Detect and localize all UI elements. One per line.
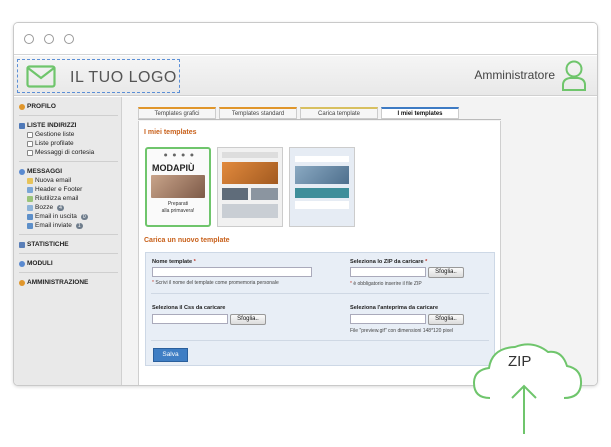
template-name-input[interactable] <box>152 267 312 277</box>
thumb-photo <box>222 188 248 200</box>
app-header: IL TUO LOGO Amministratore <box>14 56 597 96</box>
sidebar-item-riutilizza-email[interactable]: Riutilizza email <box>27 195 118 202</box>
mail-icon <box>27 177 33 184</box>
outbox-icon <box>27 213 33 220</box>
chart-icon <box>19 241 25 248</box>
sidebar-item-liste-indirizzi[interactable]: LISTE INDIRIZZI <box>19 122 118 129</box>
layout-icon <box>27 186 33 193</box>
sidebar-item-email-uscita[interactable]: Email in uscita 0 <box>27 213 118 220</box>
user-icon <box>19 103 25 110</box>
sidebar-item-liste-profilate[interactable]: Liste profilate <box>27 140 118 147</box>
sidebar: PROFILO LISTE INDIRIZZI Gestione liste L… <box>14 97 122 385</box>
thumb-header <box>295 156 349 162</box>
page-icon <box>27 140 33 147</box>
upload-title: Carica un nuovo template <box>144 237 230 244</box>
tab-templates-standard[interactable]: Templates standard <box>219 107 297 119</box>
sidebar-item-bozze[interactable]: Bozze 4 <box>27 204 118 211</box>
app-window: IL TUO LOGO Amministratore PROFILO LISTE… <box>13 22 598 386</box>
count-badge: 1 <box>75 222 83 229</box>
tab-carica-template[interactable]: Carica template <box>300 107 378 119</box>
sidebar-item-amministrazione[interactable]: AMMINISTRAZIONE <box>19 279 118 286</box>
count-badge: 4 <box>57 204 64 211</box>
zip-note: * è obbligatorio inserire il file ZIP <box>350 281 422 287</box>
thumb-photo <box>295 166 349 184</box>
sidebar-section-profilo: PROFILO <box>19 103 118 116</box>
preview-note: File "preview.gif" con dimensioni 148*12… <box>350 328 454 334</box>
sidebar-item-profilo[interactable]: PROFILO <box>19 103 118 110</box>
sidebar-item-moduli[interactable]: MODULI <box>19 260 118 267</box>
thumb-photo <box>151 175 205 198</box>
sidebar-item-gestione-liste[interactable]: Gestione liste <box>27 131 118 138</box>
form-divider <box>151 293 489 294</box>
thumb-caption: Preparati alla primavera! <box>161 201 195 214</box>
zip-browse-button[interactable]: Sfoglia.. <box>428 267 464 278</box>
sidebar-item-header-footer[interactable]: Header e Footer <box>27 186 118 193</box>
page-icon <box>27 149 33 156</box>
css-browse-button[interactable]: Sfoglia.. <box>230 314 266 325</box>
zip-label: Seleziona lo ZIP da caricare * <box>350 259 428 265</box>
social-icons: ● ● ● ● <box>164 152 196 157</box>
sidebar-item-statistiche[interactable]: STATISTICHE <box>19 241 118 248</box>
count-badge: 0 <box>80 213 88 220</box>
sidebar-section-liste: LISTE INDIRIZZI Gestione liste Liste pro… <box>19 122 118 162</box>
thumb-band <box>295 188 349 198</box>
sidebar-item-messaggi-cortesia[interactable]: Messaggi di cortesia <box>27 149 118 156</box>
sidebar-item-messaggi[interactable]: MESSAGGI <box>19 168 118 175</box>
zip-file-input[interactable] <box>350 267 426 277</box>
globe-icon <box>19 168 25 175</box>
cloud-label: ZIP <box>508 353 532 370</box>
user-name[interactable]: Amministratore <box>474 68 555 82</box>
tab-templates-grafici[interactable]: Templates grafici <box>138 107 216 119</box>
template-thumb-3[interactable] <box>289 147 355 227</box>
css-file-input[interactable] <box>152 314 228 324</box>
envelope-icon <box>26 65 56 88</box>
admin-icon <box>19 279 25 286</box>
logo[interactable]: IL TUO LOGO <box>17 59 180 93</box>
sent-icon <box>27 222 33 229</box>
my-templates-title: I miei templates <box>144 129 197 136</box>
window-titlebar <box>14 23 597 55</box>
upload-form: Nome template * * Scrivi il nome del tem… <box>145 252 495 366</box>
preview-label: Seleziona l'anteprima da caricare <box>350 305 439 311</box>
thumb-brand: MODAPIÙ <box>152 163 195 173</box>
window-dot-maximize[interactable] <box>64 34 74 44</box>
window-dot-minimize[interactable] <box>44 34 54 44</box>
tab-divider <box>138 119 501 120</box>
save-button[interactable]: Salva <box>153 348 188 362</box>
css-label: Seleziona il Css da caricare <box>152 305 226 311</box>
sidebar-item-email-inviate[interactable]: Email inviate 1 <box>27 222 118 229</box>
sidebar-section-messaggi: MESSAGGI Nuova email Header e Footer Riu… <box>19 168 118 235</box>
tab-bar: Templates grafici Templates standard Car… <box>138 107 459 119</box>
preview-file-input[interactable] <box>350 314 426 324</box>
list-icon <box>19 122 25 129</box>
sidebar-item-nuova-email[interactable]: Nuova email <box>27 177 118 184</box>
sidebar-section-statistiche: STATISTICHE <box>19 241 118 254</box>
name-label: Nome template * <box>152 259 196 265</box>
sidebar-section-amministrazione: AMMINISTRAZIONE <box>19 279 118 291</box>
name-note: * Scrivi il nome del template come prome… <box>152 280 279 286</box>
sidebar-section-moduli: MODULI <box>19 260 118 273</box>
module-icon <box>19 260 25 267</box>
thumb-text <box>295 201 349 209</box>
thumb-photo <box>222 204 278 218</box>
logo-text: IL TUO LOGO <box>70 69 177 86</box>
template-thumb-2[interactable] <box>217 147 283 227</box>
form-divider <box>151 340 489 341</box>
tab-panel: I miei templates ● ● ● ● MODAPIÙ Prepara… <box>138 121 501 385</box>
tab-miei-templates[interactable]: I miei templates <box>381 107 459 119</box>
page-icon <box>27 131 33 138</box>
template-thumb-modapiu[interactable]: ● ● ● ● MODAPIÙ Preparati alla primavera… <box>145 147 211 227</box>
window-dot-close[interactable] <box>24 34 34 44</box>
thumb-photo <box>251 188 278 200</box>
cloud-upload-icon <box>472 343 583 434</box>
draft-icon <box>27 204 33 211</box>
thumb-photo <box>222 162 278 184</box>
recycle-icon <box>27 195 33 202</box>
user-icon[interactable] <box>561 59 587 91</box>
thumb-header <box>222 152 278 158</box>
preview-browse-button[interactable]: Sfoglia.. <box>428 314 464 325</box>
cloud-upload-graphic: ZIP <box>468 336 586 436</box>
